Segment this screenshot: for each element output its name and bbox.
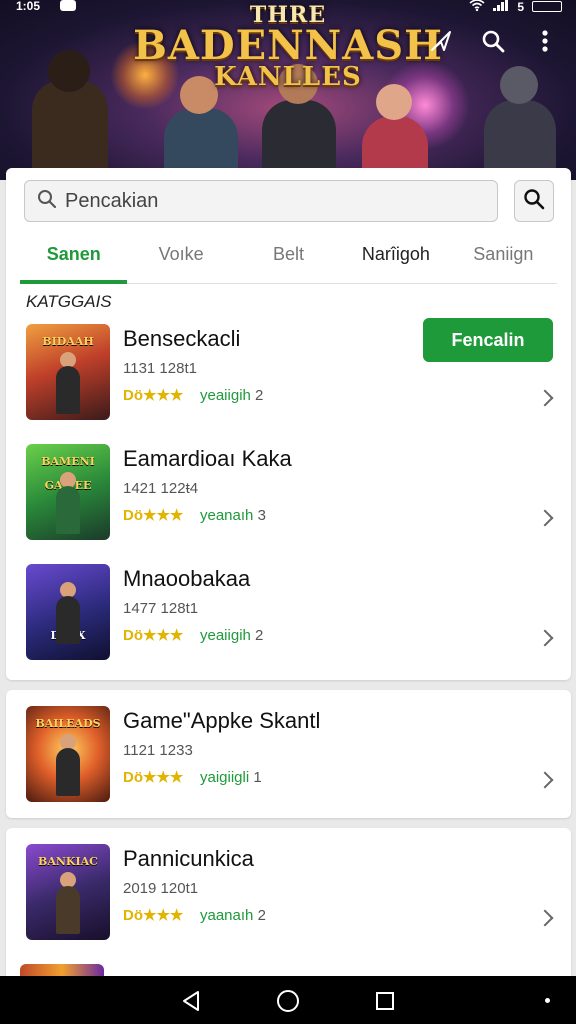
app-meta: 1121 1233	[123, 742, 193, 759]
nav-dot-icon	[545, 998, 550, 1003]
rating-info: yeaiigih 2	[200, 387, 264, 404]
tab-sanen[interactable]: Sanen	[20, 240, 128, 284]
search-input[interactable]	[65, 189, 465, 213]
system-nav-bar	[0, 976, 576, 1024]
banner-actions	[426, 26, 560, 56]
battery-level: 5	[517, 0, 524, 14]
thumb-logo: BANKIAC	[38, 855, 98, 868]
app-meta: 1421 122ŧ4	[123, 480, 199, 497]
star-rating: Dö★★★	[123, 769, 184, 786]
tab-narigoh[interactable]: Narîigoh	[342, 240, 449, 283]
thumb-logo: BAMENI GAMEE	[41, 455, 95, 492]
app-name: Mnaoobakaa	[123, 566, 251, 591]
rating-info: yaanaıh 2	[200, 907, 266, 924]
rating-info: yaigiigli 1	[200, 769, 262, 786]
hero-banner: THRE BADENNASH KANLLES 1:05 5	[0, 0, 576, 180]
home-icon[interactable]	[275, 988, 301, 1014]
chevron-right-icon[interactable]	[536, 389, 554, 407]
section-label: KATGGAIS	[26, 292, 112, 311]
back-icon[interactable]	[178, 988, 204, 1014]
list-item[interactable]: DXEX Mnaoobakaa 1477 128t1 Dö★★★ yeaiigi…	[6, 556, 571, 666]
banner-title-line3: KANLLES	[214, 62, 362, 92]
thumb-logo: BAILEADS	[35, 717, 101, 730]
result-card: BAILEADS Game"Appke Skantl 1121 1233 Dö★…	[6, 690, 571, 818]
list-item[interactable]: BANKIAC Pannicunkica 2019 120t1 Dö★★★ ya…	[6, 836, 571, 946]
recents-icon[interactable]	[372, 988, 398, 1014]
list-item[interactable]: BAMENI GAMEE Eamardioaı Kaka 1421 122ŧ4 …	[6, 436, 571, 546]
character-4	[350, 80, 440, 180]
chevron-right-icon[interactable]	[536, 509, 554, 527]
search-box[interactable]	[24, 180, 498, 222]
battery-icon	[532, 1, 562, 12]
next-item-thumbnail-peek	[20, 964, 104, 976]
results-card: Sanen Voıke Belt Narîigoh Saniign KATGGA…	[6, 168, 571, 680]
list-item[interactable]: BAILEADS Game"Appke Skantl 1121 1233 Dö★…	[6, 698, 571, 808]
status-time: 1:05	[16, 0, 41, 13]
star-rating: Dö★★★	[123, 627, 184, 644]
chevron-right-icon[interactable]	[536, 909, 554, 927]
wifi-icon	[469, 0, 485, 14]
game-thumbnail: BAILEADS	[26, 706, 110, 802]
category-tabs: Sanen Voıke Belt Narîigoh Saniign	[20, 240, 557, 284]
search-icon	[523, 188, 545, 215]
game-thumbnail: BAMENI GAMEE	[26, 444, 110, 540]
list-item[interactable]: BIDAAH Benseckacli 1131 128t1 Dö★★★ yeai…	[6, 316, 571, 426]
chevron-right-icon[interactable]	[536, 771, 554, 789]
game-thumbnail: BIDAAH	[26, 324, 110, 420]
notification-icon	[60, 0, 76, 11]
star-rating: Dö★★★	[123, 907, 184, 924]
rating-info: yeaiigih 2	[200, 627, 264, 644]
tab-belt[interactable]: Belt	[235, 240, 342, 283]
search-field-icon	[37, 189, 57, 214]
tab-saniign[interactable]: Saniign	[450, 240, 557, 283]
chevron-right-icon[interactable]	[536, 629, 554, 647]
app-name: Pannicunkica	[123, 846, 254, 871]
star-rating: Dö★★★	[123, 387, 184, 404]
status-bar: 1:05 5	[0, 0, 576, 14]
signal-icon	[493, 0, 509, 14]
app-name: Game"Appke Skantl	[123, 708, 321, 733]
thumb-logo: BIDAAH	[42, 335, 94, 348]
game-thumbnail: DXEX	[26, 564, 110, 660]
rating-info: yeanaıh 3	[200, 507, 266, 524]
app-meta: 1131 128t1	[123, 360, 197, 377]
star-rating: Dö★★★	[123, 507, 184, 524]
app-meta: 1477 128t1	[123, 600, 199, 617]
game-thumbnail: BANKIAC	[26, 844, 110, 940]
app-name: Eamardioaı Kaka	[123, 446, 292, 471]
tab-voike[interactable]: Voıke	[127, 240, 234, 283]
app-meta: 2019 120t1	[123, 880, 199, 897]
nav-arrow-icon[interactable]	[426, 26, 456, 56]
search-icon[interactable]	[478, 26, 508, 56]
search-row	[24, 180, 554, 222]
search-button[interactable]	[514, 180, 554, 222]
more-vert-icon[interactable]	[530, 26, 560, 56]
app-name: Benseckacli	[123, 326, 241, 351]
